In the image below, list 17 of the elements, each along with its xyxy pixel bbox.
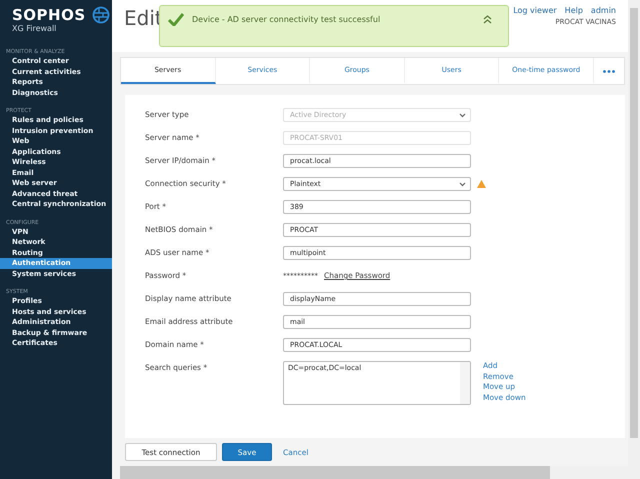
header-link[interactable]: Log viewer: [513, 6, 557, 15]
checkmark-icon: [168, 12, 184, 26]
chevron-down-icon: [459, 182, 466, 186]
globe-logo-icon: [92, 6, 110, 24]
brand-name: SOPHOS: [12, 6, 86, 24]
toast-message: Device - AD server connectivity test successful: [192, 14, 382, 24]
warning-icon: [477, 180, 486, 188]
page-title: Edit: [124, 6, 163, 32]
header-link[interactable]: Help: [564, 6, 583, 15]
more-icon[interactable]: [602, 70, 615, 72]
scrollbar[interactable]: [460, 362, 470, 404]
collapse-icon[interactable]: [483, 14, 492, 24]
vertical-scrollbar[interactable]: [628, 0, 640, 479]
product-name: XG Firewall: [12, 24, 58, 33]
horizontal-scrollbar[interactable]: [120, 466, 628, 479]
chevron-down-icon: [459, 112, 466, 118]
header-link[interactable]: admin: [590, 6, 616, 15]
